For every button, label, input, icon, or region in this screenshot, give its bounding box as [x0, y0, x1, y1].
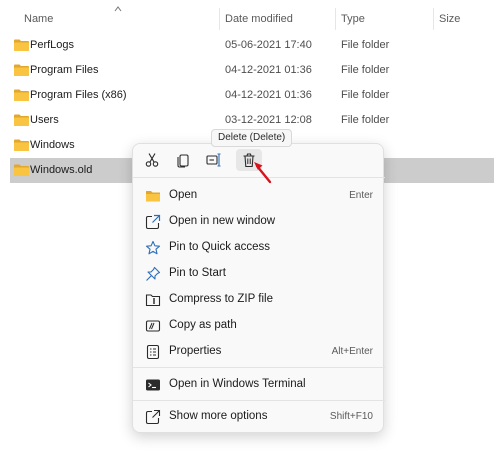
- file-date-modified: 03-12-2021 12:08: [225, 114, 312, 126]
- rename-icon: [206, 153, 221, 167]
- column-size[interactable]: Size: [439, 13, 460, 25]
- star-icon: [145, 240, 161, 255]
- properties-icon: [146, 344, 160, 360]
- menu-item-label: Open: [169, 189, 198, 201]
- file-name: PerfLogs: [30, 39, 75, 51]
- file-name: Users: [30, 114, 59, 126]
- folder-icon: [14, 139, 29, 151]
- menu-divider: [133, 400, 385, 401]
- menu-item-label: Copy as path: [169, 319, 237, 331]
- file-row-perflogs[interactable]: PerfLogs 05-06-2021 17:40 File folder: [10, 33, 494, 58]
- file-name: Windows.old: [30, 164, 93, 176]
- menu-item-shortcut: Alt+Enter: [331, 346, 373, 357]
- menu-item-show-more-options[interactable]: Show more options Shift+F10: [137, 405, 381, 429]
- folder-icon: [14, 39, 29, 51]
- folder-icon: [14, 164, 29, 176]
- red-arrow-icon: [254, 162, 272, 184]
- menu-item-label: Pin to Quick access: [169, 241, 270, 253]
- context-menu: Open Enter Open in new window Pin to Qui…: [132, 143, 385, 433]
- column-type[interactable]: Type: [341, 13, 365, 25]
- file-date-modified: 05-06-2021 17:40: [225, 39, 312, 51]
- copy-button[interactable]: [170, 149, 196, 171]
- column-name[interactable]: Name: [24, 13, 53, 25]
- file-type: File folder: [341, 64, 390, 76]
- menu-item-shortcut: Enter: [349, 190, 373, 201]
- zip-icon: [145, 294, 161, 307]
- column-header: Name Date modified Type Size: [0, 0, 500, 36]
- column-separator[interactable]: [335, 8, 336, 30]
- menu-divider: [133, 367, 385, 368]
- menu-item-label: Compress to ZIP file: [169, 293, 273, 305]
- file-name: Program Files: [30, 64, 99, 76]
- folder-icon: [14, 114, 29, 126]
- column-date-modified[interactable]: Date modified: [225, 13, 293, 25]
- cut-button[interactable]: [139, 149, 165, 171]
- terminal-icon: [146, 379, 160, 391]
- file-type: File folder: [341, 89, 390, 101]
- pin-icon: [146, 266, 161, 281]
- scissors-icon: [145, 153, 159, 167]
- menu-item-label: Properties: [169, 345, 222, 357]
- menu-item-shortcut: Shift+F10: [329, 411, 373, 422]
- menu-item-properties[interactable]: Properties Alt+Enter: [137, 340, 381, 364]
- menu-item-copy-as-path[interactable]: Copy as path: [137, 314, 381, 338]
- delete-tooltip: Delete (Delete): [211, 129, 293, 147]
- column-separator[interactable]: [433, 8, 434, 30]
- file-type: File folder: [341, 114, 390, 126]
- menu-item-label: Open in Windows Terminal: [169, 378, 306, 390]
- menu-item-open[interactable]: Open Enter: [137, 184, 381, 208]
- file-date-modified: 04-12-2021 01:36: [225, 89, 312, 101]
- copy-icon: [177, 154, 189, 168]
- menu-item-label: Show more options: [169, 410, 268, 422]
- file-name: Program Files (x86): [30, 89, 127, 101]
- rename-button[interactable]: [201, 149, 227, 171]
- menu-item-label: Open in new window: [169, 215, 276, 227]
- menu-item-label: Pin to Start: [169, 267, 226, 279]
- sort-caret-icon: [114, 6, 122, 12]
- menu-item-pin-to-quick-access[interactable]: Pin to Quick access: [137, 236, 381, 260]
- folder-icon: [146, 191, 160, 202]
- menu-item-compress-to-zip[interactable]: Compress to ZIP file: [137, 288, 381, 312]
- file-row-program-files[interactable]: Program Files 04-12-2021 01:36 File fold…: [10, 58, 494, 83]
- file-row-program-files-x86[interactable]: Program Files (x86) 04-12-2021 01:36 Fil…: [10, 83, 494, 108]
- menu-item-open-in-windows-terminal[interactable]: Open in Windows Terminal: [137, 373, 381, 397]
- file-type: File folder: [341, 39, 390, 51]
- file-date-modified: 04-12-2021 01:36: [225, 64, 312, 76]
- more-options-icon: [145, 409, 161, 425]
- column-separator[interactable]: [219, 8, 220, 30]
- open-new-window-icon: [145, 214, 161, 230]
- file-name: Windows: [30, 139, 75, 151]
- folder-icon: [14, 64, 29, 76]
- menu-item-open-in-new-window[interactable]: Open in new window: [137, 210, 381, 234]
- folder-icon: [14, 89, 29, 101]
- copy-path-icon: [145, 320, 161, 332]
- menu-item-pin-to-start[interactable]: Pin to Start: [137, 262, 381, 286]
